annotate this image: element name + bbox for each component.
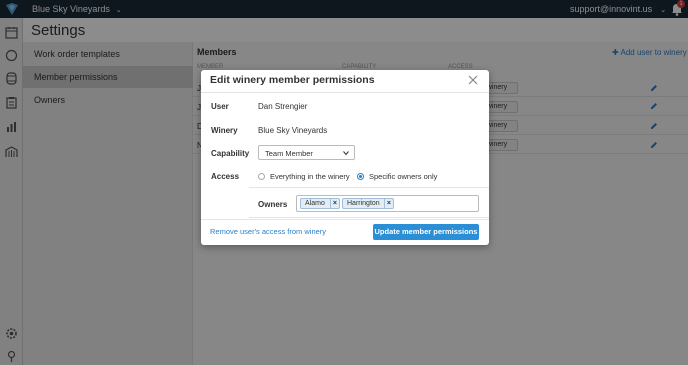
winery-value: Blue Sky Vineyards — [258, 126, 328, 135]
modal-title: Edit winery member permissions — [210, 74, 375, 86]
tag-separator — [384, 199, 385, 208]
access-specific-owners-radio[interactable] — [357, 173, 364, 180]
owner-tag: Harrington × — [342, 198, 394, 209]
access-everything-radio[interactable] — [258, 173, 265, 180]
capability-value: Team Member — [265, 149, 313, 158]
tag-separator — [330, 199, 331, 208]
owner-tag-label: Harrington — [347, 200, 380, 207]
remove-tag-icon[interactable]: × — [333, 199, 337, 208]
owner-tag: Alamo × — [300, 198, 340, 209]
modal-divider — [201, 92, 489, 93]
modal-footer-divider — [201, 219, 489, 220]
winery-label: Winery — [211, 126, 238, 135]
user-label: User — [211, 102, 229, 111]
remove-access-link[interactable]: Remove user's access from winery — [210, 227, 326, 236]
remove-tag-icon[interactable]: × — [387, 199, 391, 208]
access-specific-owners-label[interactable]: Specific owners only — [369, 172, 437, 181]
edit-permissions-modal: Edit winery member permissions User Dan … — [201, 70, 489, 245]
owner-tag-label: Alamo — [305, 200, 325, 207]
access-everything-label[interactable]: Everything in the winery — [270, 172, 350, 181]
owners-multiselect[interactable]: Alamo × Harrington × — [296, 195, 479, 212]
access-label: Access — [211, 172, 240, 181]
capability-label: Capability — [211, 149, 250, 158]
chevron-down-icon — [343, 151, 349, 156]
capability-select[interactable]: Team Member — [258, 145, 355, 160]
update-permissions-button[interactable]: Update member permissions — [373, 224, 479, 240]
close-icon[interactable] — [467, 74, 479, 86]
user-value: Dan Strengier — [258, 102, 308, 111]
owners-label: Owners — [258, 200, 288, 209]
